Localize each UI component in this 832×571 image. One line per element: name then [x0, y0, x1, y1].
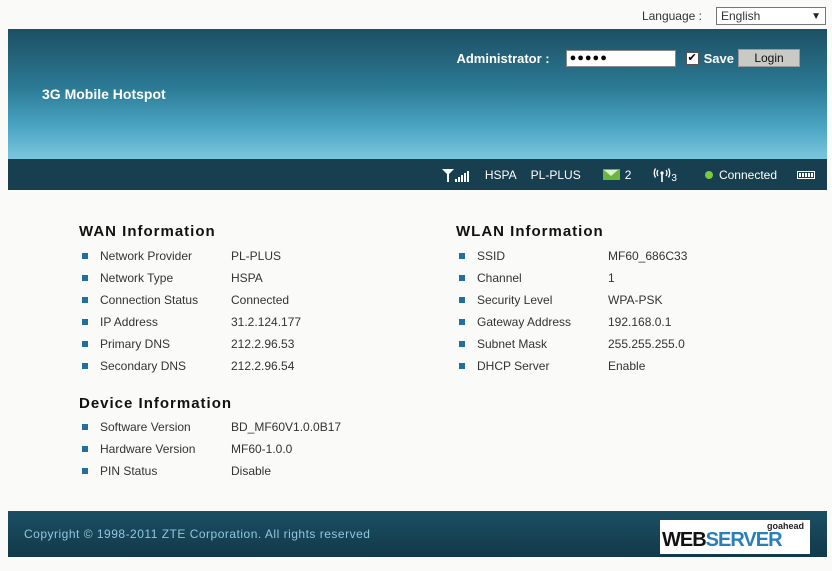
list-item: PIN Status Disable — [82, 460, 341, 482]
info-key: SSID — [477, 249, 506, 263]
info-value: Disable — [231, 464, 272, 478]
password-input[interactable]: ●●●●● — [565, 49, 676, 67]
info-key: Gateway Address — [477, 315, 572, 329]
info-value: 31.2.124.177 — [231, 315, 302, 329]
administrator-label: Administrator : — [456, 50, 550, 66]
list-item: Secondary DNS 212.2.96.54 — [82, 355, 301, 377]
device-info-list: Software Version BD_MF60V1.0.0B17 Hardwar… — [82, 416, 341, 482]
device-info-title: Device Information — [79, 395, 233, 412]
bullet-icon — [82, 275, 88, 281]
status-bar: HSPA PL-PLUS 2 3 Connected — [8, 159, 827, 190]
bullet-icon — [82, 253, 88, 259]
logo-webserver-text: WEBSERVER — [662, 529, 783, 552]
list-item: Network Type HSPA — [82, 267, 301, 289]
info-value: HSPA — [231, 271, 263, 285]
footer: Copyright © 1998-2011 ZTE Corporation. A… — [8, 511, 827, 557]
info-value: 212.2.96.53 — [231, 337, 295, 351]
language-label: Language : — [641, 9, 702, 23]
info-value: PL-PLUS — [231, 249, 282, 263]
info-key: Secondary DNS — [100, 359, 187, 373]
network-provider: PL-PLUS — [530, 167, 581, 182]
chevron-down-icon: ▼ — [811, 10, 821, 22]
list-item: SSID MF60_686C33 — [459, 245, 687, 267]
info-key: Connection Status — [100, 293, 199, 307]
wifi-indicator: 3 — [653, 165, 677, 184]
list-item: Primary DNS 212.2.96.53 — [82, 333, 301, 355]
info-value: 192.168.0.1 — [608, 315, 672, 329]
connection-status-text: Connected — [718, 167, 777, 182]
list-item: Hardware Version MF60-1.0.0 — [82, 438, 341, 460]
list-item: Subnet Mask 255.255.255.0 — [459, 333, 687, 355]
list-item: Connection Status Connected — [82, 289, 301, 311]
wan-info-list: Network Provider PL-PLUS Network Type HSPA… — [82, 245, 301, 377]
info-value: Connected — [231, 293, 290, 307]
wifi-antenna-icon — [653, 167, 671, 182]
bullet-icon — [459, 275, 465, 281]
bullet-icon — [459, 341, 465, 347]
bullet-icon — [459, 297, 465, 303]
info-value: Enable — [608, 359, 646, 373]
wlan-info-title: WLAN Information — [456, 223, 604, 240]
info-key: Subnet Mask — [477, 337, 548, 351]
list-item: Network Provider PL-PLUS — [82, 245, 301, 267]
product-title: 3G Mobile Hotspot — [42, 86, 166, 102]
envelope-icon — [602, 169, 620, 180]
save-label: Save — [703, 50, 734, 66]
webserver-logo: goahead WEBSERVER — [660, 520, 810, 554]
login-form: Administrator : ●●●●● ✔ Save Login — [456, 49, 800, 67]
bullet-icon — [459, 319, 465, 325]
list-item: DHCP Server Enable — [459, 355, 687, 377]
language-select[interactable]: English ▼ — [716, 7, 826, 25]
bullet-icon — [459, 363, 465, 369]
info-value: 255.255.255.0 — [608, 337, 685, 351]
wlan-info-list: SSID MF60_686C33 Channel 1 Security Level W… — [459, 245, 687, 377]
save-checkbox[interactable]: ✔ — [685, 51, 699, 65]
info-key: PIN Status — [100, 464, 158, 478]
info-key: Network Provider — [100, 249, 193, 263]
list-item: Channel 1 — [459, 267, 687, 289]
sms-indicator[interactable]: 2 — [602, 167, 632, 182]
bullet-icon — [82, 363, 88, 369]
bullet-icon — [82, 468, 88, 474]
info-value: MF60_686C33 — [608, 249, 688, 263]
language-bar: Language : English ▼ — [642, 7, 826, 25]
info-key: IP Address — [100, 315, 158, 329]
info-key: DHCP Server — [477, 359, 550, 373]
connected-dot-icon — [704, 170, 713, 179]
list-item: IP Address 31.2.124.177 — [82, 311, 301, 333]
battery-icon — [797, 170, 815, 179]
info-value: 212.2.96.54 — [231, 359, 295, 373]
info-key: Security Level — [477, 293, 553, 307]
info-key: Hardware Version — [100, 442, 196, 456]
bullet-icon — [459, 253, 465, 259]
info-key: Software Version — [100, 420, 191, 434]
list-item: Security Level WPA-PSK — [459, 289, 687, 311]
bullet-icon — [82, 319, 88, 325]
list-item: Gateway Address 192.168.0.1 — [459, 311, 687, 333]
bullet-icon — [82, 297, 88, 303]
list-item: Software Version BD_MF60V1.0.0B17 — [82, 416, 341, 438]
info-value: MF60-1.0.0 — [231, 442, 293, 456]
login-button[interactable]: Login — [738, 49, 800, 67]
connection-status: Connected — [704, 167, 777, 182]
copyright-text: Copyright © 1998-2011 ZTE Corporation. A… — [24, 527, 371, 541]
wan-info-title: WAN Information — [79, 223, 216, 240]
logo-web-text: WEB — [662, 529, 707, 551]
network-mode: HSPA — [484, 167, 517, 182]
info-value: 1 — [608, 271, 615, 285]
bullet-icon — [82, 446, 88, 452]
signal-strength-icon — [441, 168, 471, 182]
bullet-icon — [82, 424, 88, 430]
language-selected-value: English — [721, 9, 761, 23]
info-key: Primary DNS — [100, 337, 171, 351]
logo-server-text: SERVER — [705, 529, 783, 551]
info-key: Channel — [477, 271, 522, 285]
info-value: WPA-PSK — [608, 293, 663, 307]
sms-count: 2 — [624, 167, 632, 182]
header-banner: 3G Mobile Hotspot Administrator : ●●●●● … — [8, 29, 827, 159]
info-value: BD_MF60V1.0.0B17 — [231, 420, 342, 434]
wifi-client-count: 3 — [671, 173, 677, 184]
bullet-icon — [82, 341, 88, 347]
info-key: Network Type — [100, 271, 174, 285]
